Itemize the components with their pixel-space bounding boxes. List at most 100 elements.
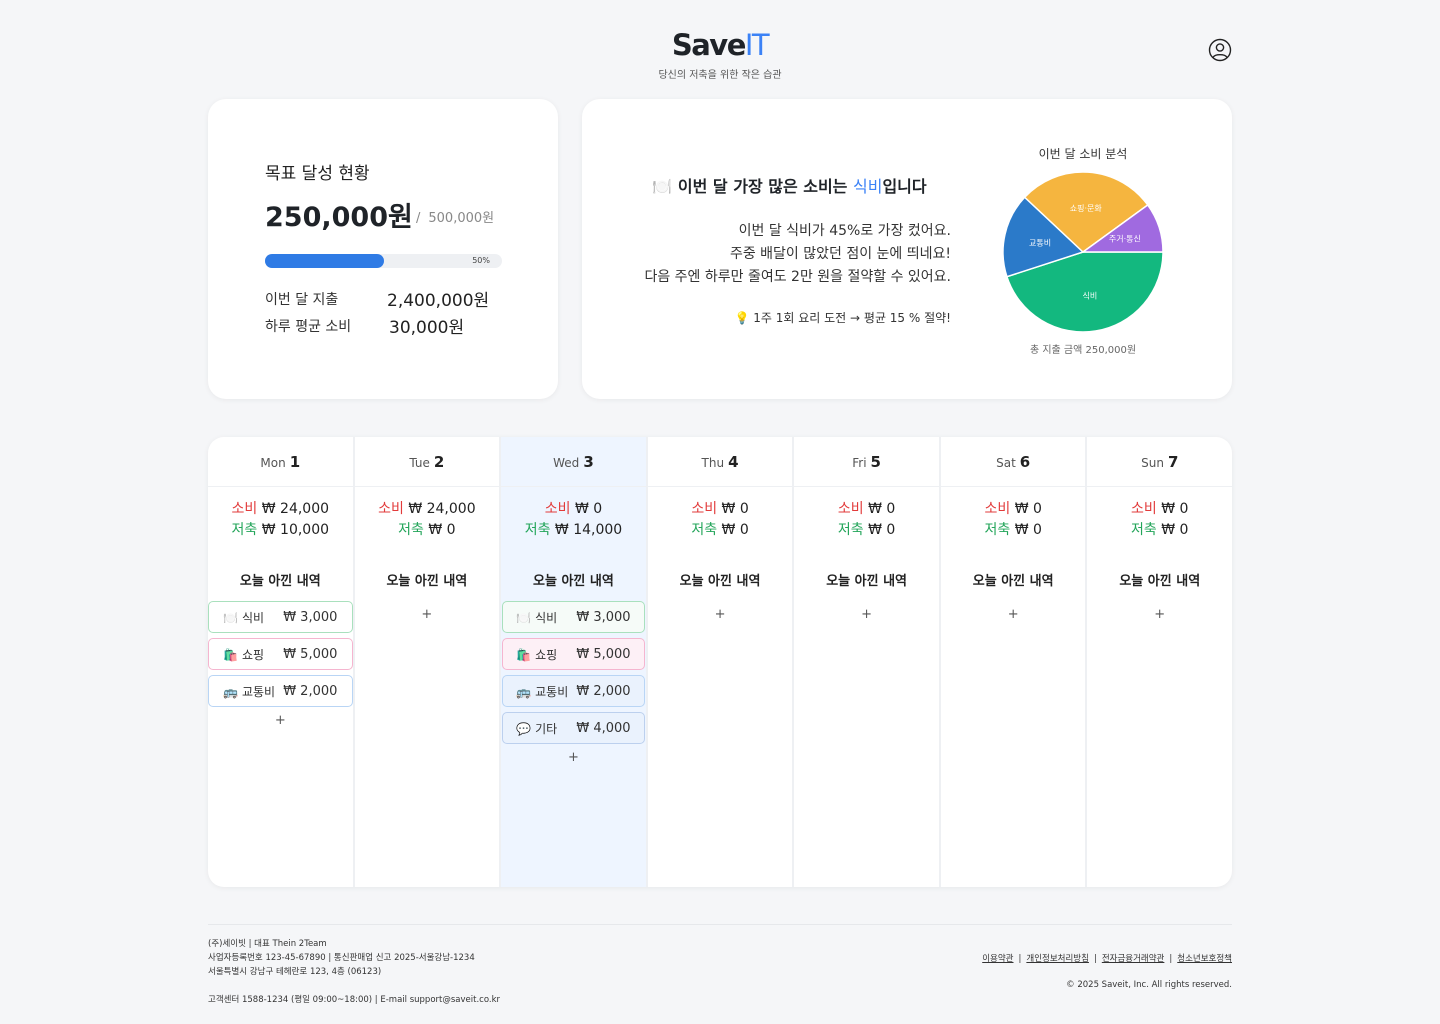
description-line: 다음 주엔 하루만 줄여도 2만 원을 절약할 수 있어요. xyxy=(644,269,951,285)
privacy-policy-link[interactable]: 개인정보처리방침 xyxy=(1026,954,1089,964)
saved-item-etc[interactable]: 💬 기타 ₩ 4,000 xyxy=(502,712,645,744)
add-saved-item-button[interactable]: + xyxy=(1087,607,1232,622)
day-save-amount: ₩ 0 xyxy=(721,522,749,538)
saved-item-amount: ₩ 5,000 xyxy=(283,646,338,662)
add-saved-item-button[interactable]: + xyxy=(208,713,353,728)
saved-item-label: 🚌 교통비 xyxy=(516,683,576,700)
day-amounts: 소비 ₩ 0 저축 ₩ 0 xyxy=(794,499,939,541)
day-save-row: 저축 ₩ 0 xyxy=(794,520,939,541)
saved-item-amount: ₩ 5,000 xyxy=(576,646,631,662)
user-profile-icon[interactable] xyxy=(1208,38,1232,62)
monthly-spend-label: 이번 달 지출 xyxy=(265,292,339,308)
daily-average-row: 하루 평균 소비 30,000원 xyxy=(265,316,464,338)
goal-separator: / xyxy=(416,211,421,226)
youth-protection-link[interactable]: 청소년보호정책 xyxy=(1177,954,1232,964)
saved-item-label: 💬 기타 xyxy=(516,720,576,737)
day-amounts: 소비 ₩ 0 저축 ₩ 0 xyxy=(941,499,1086,541)
add-saved-item-button[interactable]: + xyxy=(941,607,1086,622)
spend-label: 소비 xyxy=(544,501,571,517)
e-finance-terms-link[interactable]: 전자금융거래약관 xyxy=(1102,954,1165,964)
day-column-sun[interactable]: Sun 7 소비 ₩ 0 저축 ₩ 0 오늘 아낀 내역 + xyxy=(1087,437,1232,887)
shop-icon: 🛍️ xyxy=(223,647,239,662)
day-header: Thu 4 xyxy=(647,437,793,487)
day-column-sat[interactable]: Sat 6 소비 ₩ 0 저축 ₩ 0 오늘 아낀 내역 + xyxy=(940,437,1088,887)
spending-pie-chart: 식비 교통비 쇼핑·문화주거·통신 xyxy=(1002,171,1164,333)
day-spend-amount: ₩ 0 xyxy=(1014,501,1042,517)
saved-item-trans[interactable]: 🚌 교통비 ₩ 2,000 xyxy=(502,675,645,707)
save-label: 저축 xyxy=(1131,522,1157,538)
saved-items-list: + xyxy=(1087,601,1232,622)
day-save-amount: ₩ 0 xyxy=(868,522,896,538)
saved-items-list: 🍽️ 식비 ₩ 3,000 🛍️ 쇼핑 ₩ 5,000 🚌 교통비 ₩ 2,000 💬 기타… xyxy=(501,601,646,765)
spending-analysis-card: 🍽️ 이번 달 가장 많은 소비는 식비입니다 이번 달 식비가 45%로 가장 … xyxy=(582,99,1232,399)
footer-link-separator: | xyxy=(1018,954,1022,964)
save-label: 저축 xyxy=(398,522,424,538)
day-column-wed[interactable]: Wed 3 소비 ₩ 0 저축 ₩ 14,000 오늘 아낀 내역 🍽️ 식비 ₩ 3,00… xyxy=(501,437,648,887)
food-icon: 🍽️ xyxy=(516,610,532,625)
day-spend-row: 소비 ₩ 24,000 xyxy=(208,499,353,520)
footer-customer-center: 고객센터 1588-1234 (평일 09:00~18:00) | E-mail… xyxy=(208,995,500,1005)
saved-item-label: 🛍️ 쇼핑 xyxy=(223,646,283,663)
goal-progress-bar: 50% xyxy=(265,254,502,268)
day-spend-row: 소비 ₩ 0 xyxy=(1087,499,1232,520)
day-header: Mon 1 xyxy=(208,437,353,487)
add-saved-item-button[interactable]: + xyxy=(355,607,500,622)
day-spend-amount: ₩ 24,000 xyxy=(408,501,476,517)
pie-slice-label: 교통비 xyxy=(1029,238,1051,247)
day-spend-amount: ₩ 0 xyxy=(1161,501,1189,517)
goal-target: / 500,000원 xyxy=(416,207,494,226)
add-saved-item-button[interactable]: + xyxy=(501,750,646,765)
saved-items-title: 오늘 아낀 내역 xyxy=(386,574,468,589)
add-saved-item-button[interactable]: + xyxy=(794,607,939,622)
footer-divider xyxy=(208,924,1232,925)
day-spend-row: 소비 ₩ 0 xyxy=(941,499,1086,520)
saved-items-title: 오늘 아낀 내역 xyxy=(679,574,761,589)
saved-item-food[interactable]: 🍽️ 식비 ₩ 3,000 xyxy=(502,601,645,633)
saved-item-amount: ₩ 4,000 xyxy=(576,720,631,736)
saved-item-category: 쇼핑 xyxy=(535,647,558,662)
pie-slice-label: 주거·통신 xyxy=(1109,234,1141,243)
day-save-row: 저축 ₩ 10,000 xyxy=(208,520,353,541)
analysis-headline: 🍽️ 이번 달 가장 많은 소비는 식비입니다 xyxy=(652,173,927,197)
saved-item-label: 🚌 교통비 xyxy=(223,683,283,700)
day-header: Tue 2 xyxy=(354,437,500,487)
footer-link-separator: | xyxy=(1169,954,1173,964)
saved-items-list: + xyxy=(941,601,1086,622)
saved-item-shop[interactable]: 🛍️ 쇼핑 ₩ 5,000 xyxy=(208,638,353,670)
day-spend-amount: ₩ 24,000 xyxy=(261,501,330,517)
tagline: 당신의 저축을 위한 작은 습관 xyxy=(658,70,782,81)
copyright: © 2025 Saveit, Inc. All rights reserved. xyxy=(1066,980,1232,990)
day-number: 2 xyxy=(433,452,445,471)
save-label: 저축 xyxy=(691,522,718,538)
day-number: 4 xyxy=(728,452,739,471)
etc-icon: 💬 xyxy=(516,721,532,736)
day-name: Sun xyxy=(1141,455,1164,470)
saved-items-title: 오늘 아낀 내역 xyxy=(1119,574,1201,589)
day-number: 5 xyxy=(870,452,881,471)
headline-prefix: 이번 달 가장 많은 소비는 xyxy=(677,177,853,196)
day-amounts: 소비 ₩ 0 저축 ₩ 14,000 xyxy=(501,499,646,541)
saved-item-trans[interactable]: 🚌 교통비 ₩ 2,000 xyxy=(208,675,353,707)
goal-progress-fill xyxy=(265,254,384,268)
headline-suffix: 입니다 xyxy=(882,177,927,196)
daily-average-value: 30,000원 xyxy=(389,318,465,338)
saved-item-shop[interactable]: 🛍️ 쇼핑 ₩ 5,000 xyxy=(502,638,645,670)
day-column-mon[interactable]: Mon 1 소비 ₩ 24,000 저축 ₩ 10,000 오늘 아낀 내역 🍽️ 식비 ₩… xyxy=(208,437,355,887)
day-column-fri[interactable]: Fri 5 소비 ₩ 0 저축 ₩ 0 오늘 아낀 내역 + xyxy=(794,437,941,887)
saved-item-amount: ₩ 2,000 xyxy=(283,683,338,699)
saved-item-category: 식비 xyxy=(535,610,558,625)
day-name: Thu xyxy=(701,455,725,470)
saved-items-list: + xyxy=(355,601,500,622)
footer-link-separator: | xyxy=(1093,954,1097,964)
logo-main: Save xyxy=(671,28,747,62)
add-saved-item-button[interactable]: + xyxy=(648,607,793,622)
day-save-row: 저축 ₩ 0 xyxy=(648,520,793,541)
spend-label: 소비 xyxy=(378,501,404,517)
day-spend-amount: ₩ 0 xyxy=(721,501,749,517)
day-column-thu[interactable]: Thu 4 소비 ₩ 0 저축 ₩ 0 오늘 아낀 내역 + xyxy=(647,437,795,887)
day-header: Sun 7 xyxy=(1087,437,1232,487)
day-column-tue[interactable]: Tue 2 소비 ₩ 24,000 저축 ₩ 0 오늘 아낀 내역 + xyxy=(354,437,502,887)
saved-item-food[interactable]: 🍽️ 식비 ₩ 3,000 xyxy=(208,601,353,633)
terms-link[interactable]: 이용약관 xyxy=(982,954,1013,964)
description-line: 주중 배달이 많았던 점이 눈에 띄네요! xyxy=(729,246,951,262)
